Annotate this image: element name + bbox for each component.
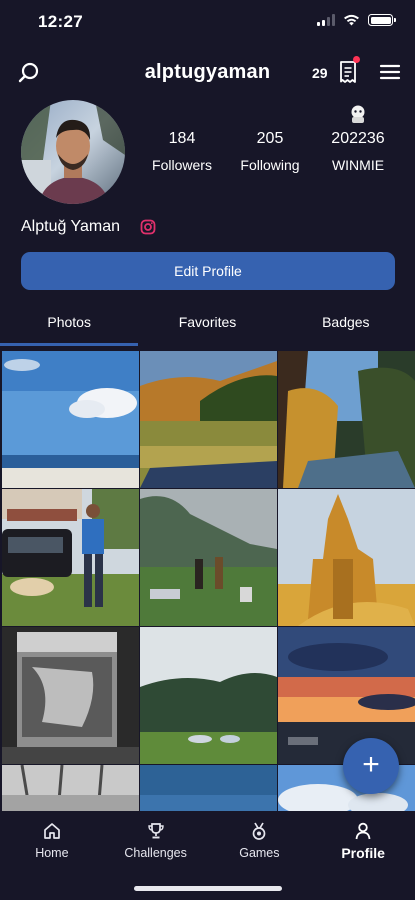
tab-favorites[interactable]: Favorites [138, 300, 276, 348]
nav-home-label: Home [35, 846, 69, 860]
avatar[interactable] [21, 100, 125, 204]
trophy-icon [147, 823, 164, 839]
nav-profile[interactable]: Profile [311, 811, 415, 900]
nav-challenges-label: Challenges [124, 846, 187, 860]
add-photo-button[interactable]: + [343, 738, 399, 794]
following-count: 205 [256, 130, 284, 147]
photo-tile[interactable] [278, 489, 415, 626]
photo-tile[interactable] [278, 627, 415, 764]
medal-icon [253, 822, 266, 840]
wifi-icon [344, 14, 359, 26]
photo-tile[interactable] [2, 489, 139, 626]
winmie-label: WINMIE [331, 157, 385, 173]
status-icons [317, 14, 396, 26]
photo-tile[interactable] [2, 765, 139, 811]
profile-header: alptugyaman 29 [0, 52, 415, 94]
followers-label: Followers [152, 157, 212, 173]
winmie-stat[interactable]: 202236 WINMIE [313, 130, 403, 173]
photo-tile[interactable] [2, 627, 139, 764]
status-time: 12:27 [38, 12, 83, 31]
following-label: Following [240, 157, 300, 173]
followers-stat[interactable]: 184 Followers [137, 130, 227, 173]
person-icon [355, 822, 371, 840]
status-bar: 12:27 [0, 0, 415, 44]
followers-count: 184 [168, 130, 196, 147]
photo-tile[interactable] [2, 351, 139, 488]
winmie-count: 202236 [331, 130, 385, 147]
home-icon [44, 823, 60, 839]
profile-name: Alptuğ Yaman [21, 218, 121, 235]
edit-profile-button[interactable]: Edit Profile [21, 252, 395, 290]
following-stat[interactable]: 205 Following [225, 130, 315, 173]
tab-indicator [0, 343, 138, 346]
tab-badges[interactable]: Badges [277, 300, 415, 348]
photo-tile[interactable] [140, 351, 277, 488]
photo-tile[interactable] [140, 489, 277, 626]
nav-games-label: Games [239, 846, 280, 860]
tab-photos[interactable]: Photos [0, 300, 138, 348]
profile-tabs: Photos Favorites Badges [0, 300, 415, 348]
nav-home[interactable]: Home [0, 811, 104, 900]
winmie-icon [351, 105, 365, 123]
menu-icon[interactable] [378, 61, 402, 83]
notification-dot [353, 56, 360, 63]
search-icon[interactable] [16, 60, 42, 86]
photo-tile[interactable] [140, 627, 277, 764]
photo-tile[interactable] [278, 351, 415, 488]
signal-icon [317, 14, 335, 26]
nav-profile-label: Profile [341, 845, 385, 861]
receipt-count: 29 [312, 65, 328, 81]
instagram-icon[interactable] [140, 219, 156, 235]
photo-tile[interactable] [140, 765, 277, 811]
photo-grid [0, 349, 415, 811]
battery-icon [368, 14, 396, 26]
home-indicator [134, 886, 282, 891]
